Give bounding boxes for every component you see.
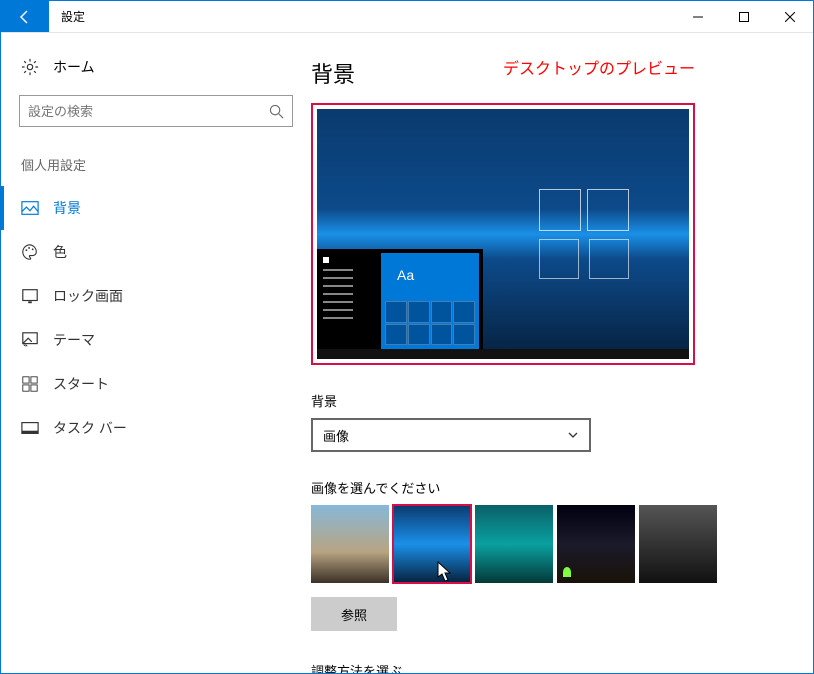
image-thumbnails	[311, 505, 777, 583]
sidebar-item-label: ロック画面	[53, 286, 123, 306]
thumbnail-4[interactable]	[557, 505, 635, 583]
search-box[interactable]	[19, 95, 293, 127]
window-title: 設定	[49, 1, 97, 32]
theme-icon	[21, 331, 39, 349]
sidebar-item-label: テーマ	[53, 330, 95, 350]
sidebar-item-background[interactable]: 背景	[1, 186, 311, 230]
maximize-icon	[739, 12, 749, 22]
thumbnail-1[interactable]	[311, 505, 389, 583]
preview-sample-text: Aa	[397, 267, 414, 283]
background-type-label: 背景	[311, 391, 777, 410]
sidebar-item-themes[interactable]: テーマ	[1, 318, 311, 362]
background-type-dropdown[interactable]: 画像	[311, 418, 591, 452]
sidebar: ホーム 個人用設定 背景 色 ロック画面 テーマ	[1, 33, 311, 673]
fit-label: 調整方法を選ぶ	[311, 661, 777, 673]
desktop-preview: Aa	[311, 103, 695, 365]
minimize-icon	[693, 12, 703, 22]
home-link[interactable]: ホーム	[1, 51, 311, 95]
search-icon	[269, 104, 284, 119]
close-icon	[785, 12, 795, 22]
titlebar: 設定	[1, 1, 813, 33]
thumbnail-3[interactable]	[475, 505, 553, 583]
sidebar-item-start[interactable]: スタート	[1, 362, 311, 406]
lockscreen-icon	[21, 287, 39, 305]
sidebar-item-label: 色	[53, 242, 67, 262]
sidebar-item-label: タスク バー	[53, 418, 127, 438]
arrow-left-icon	[17, 9, 33, 25]
start-icon	[21, 375, 39, 393]
home-label: ホーム	[53, 57, 95, 77]
sidebar-item-label: スタート	[53, 374, 109, 394]
thumbnail-5[interactable]	[639, 505, 717, 583]
maximize-button[interactable]	[721, 1, 767, 32]
picture-icon	[21, 199, 39, 217]
annotation-label: デスクトップのプレビュー	[503, 55, 695, 79]
sidebar-item-colors[interactable]: 色	[1, 230, 311, 274]
minimize-button[interactable]	[675, 1, 721, 32]
choose-image-label: 画像を選んでください	[311, 478, 777, 497]
palette-icon	[21, 243, 39, 261]
thumbnail-2[interactable]	[393, 505, 471, 583]
sidebar-item-lockscreen[interactable]: ロック画面	[1, 274, 311, 318]
main-content: 背景 デスクトップのプレビュー Aa 背景	[311, 33, 813, 673]
search-input[interactable]	[28, 104, 269, 119]
section-label: 個人用設定	[1, 155, 311, 186]
sidebar-item-taskbar[interactable]: タスク バー	[1, 406, 311, 450]
dropdown-value: 画像	[323, 426, 349, 445]
sidebar-item-label: 背景	[53, 198, 81, 218]
cursor-icon	[437, 561, 453, 583]
browse-button[interactable]: 参照	[311, 597, 397, 631]
gear-icon	[21, 58, 39, 76]
back-button[interactable]	[1, 1, 49, 32]
chevron-down-icon	[567, 429, 579, 441]
taskbar-icon	[21, 419, 39, 437]
close-button[interactable]	[767, 1, 813, 32]
